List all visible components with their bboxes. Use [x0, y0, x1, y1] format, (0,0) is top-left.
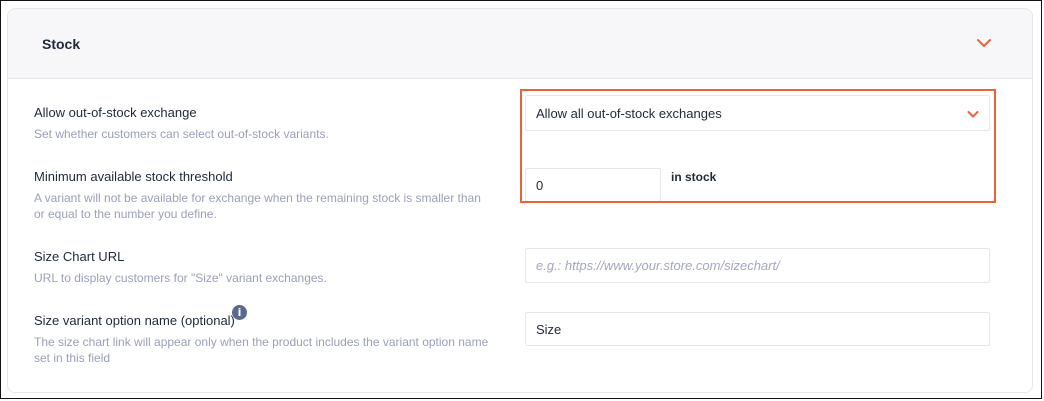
section-header[interactable]: Stock — [8, 9, 1032, 79]
threshold-unit: in stock — [671, 170, 717, 184]
size-option-input[interactable] — [525, 312, 990, 346]
size-chart-url-input[interactable] — [525, 248, 990, 283]
size-chart-description: URL to display customers for "Size" vari… — [34, 271, 327, 285]
exchange-label: Allow out-of-stock exchange — [34, 105, 197, 120]
exchange-select[interactable]: Allow all out-of-stock exchanges — [525, 95, 990, 131]
section-title: Stock — [42, 36, 81, 52]
size-option-description-line2: set in this field — [34, 351, 111, 365]
threshold-description-line2: or equal to the number you define. — [34, 207, 217, 221]
chevron-down-icon — [967, 111, 979, 118]
size-option-description-line1: The size chart link will appear only whe… — [34, 335, 489, 349]
info-icon[interactable]: i — [232, 305, 247, 320]
exchange-description: Set whether customers can select out-of-… — [34, 127, 329, 141]
threshold-description-line1: A variant will not be available for exch… — [34, 191, 481, 205]
exchange-select-value: Allow all out-of-stock exchanges — [536, 106, 722, 121]
threshold-label: Minimum available stock threshold — [34, 169, 233, 184]
size-chart-label: Size Chart URL — [34, 249, 125, 264]
chevron-down-icon[interactable] — [976, 35, 992, 51]
threshold-input[interactable] — [525, 168, 661, 202]
size-option-label: Size variant option name (optional) — [34, 313, 235, 328]
